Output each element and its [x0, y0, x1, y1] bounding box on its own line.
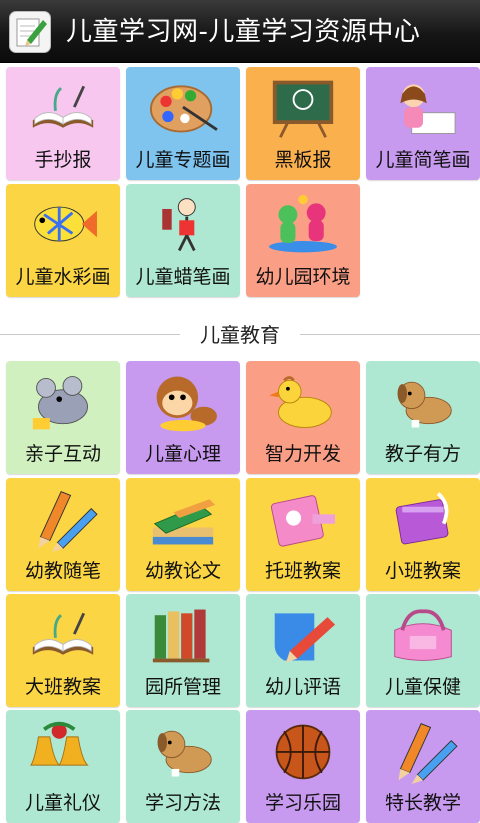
pencil-notepad-icon	[9, 11, 51, 53]
pink-notebook-icon	[263, 486, 343, 552]
category-label: 儿童礼仪	[24, 792, 101, 814]
category-label: 亲子互动	[24, 443, 101, 465]
category-label: 儿童水彩画	[15, 266, 111, 288]
bells-icon	[23, 718, 103, 784]
crayon-kid-icon	[143, 192, 223, 258]
category-label: 黑板报	[274, 149, 332, 171]
mouse-icon	[23, 369, 103, 435]
category-tile[interactable]: 学习乐园	[246, 710, 360, 823]
category-tile[interactable]: 幼教随笔	[6, 478, 120, 591]
category-label: 儿童简笔画	[375, 149, 471, 171]
kids-playing-icon	[263, 192, 343, 258]
category-label: 儿童心理	[144, 443, 221, 465]
duck-icon	[263, 369, 343, 435]
category-tile[interactable]: 教子有方	[366, 361, 480, 474]
category-tile[interactable]: 幼儿园环境	[246, 184, 360, 297]
category-label: 儿童保健	[384, 676, 461, 698]
pencil-paper-icon	[263, 602, 343, 668]
category-label: 儿童专题画	[135, 149, 231, 171]
category-tile[interactable]: 手抄报	[6, 67, 120, 180]
open-book-icon	[23, 75, 103, 141]
category-tile[interactable]: 儿童保健	[366, 594, 480, 707]
category-label: 学习乐园	[264, 792, 341, 814]
girl-drawing-icon	[383, 75, 463, 141]
section-divider: 儿童教育	[0, 322, 480, 348]
category-label: 儿童蜡笔画	[135, 266, 231, 288]
paint-palette-icon	[143, 75, 223, 141]
category-tile[interactable]: 小班教案	[366, 478, 480, 591]
purple-diary-icon	[383, 486, 463, 552]
category-label: 小班教案	[384, 560, 461, 582]
fish-icon	[23, 192, 103, 258]
open-book-icon	[23, 602, 103, 668]
category-label: 教子有方	[384, 443, 461, 465]
category-label: 幼教论文	[144, 560, 221, 582]
category-tile[interactable]: 儿童简笔画	[366, 67, 480, 180]
category-tile[interactable]: 幼教论文	[126, 478, 240, 591]
category-label: 特长教学	[384, 792, 461, 814]
category-label: 学习方法	[144, 792, 221, 814]
pink-bag-icon	[383, 602, 463, 668]
green-books-icon	[143, 486, 223, 552]
category-tile[interactable]: 儿童礼仪	[6, 710, 120, 823]
chalkboard-icon	[263, 75, 343, 141]
app-title: 儿童学习网-儿童学习资源中心	[66, 17, 421, 47]
category-tile[interactable]: 儿童蜡笔画	[126, 184, 240, 297]
section-title: 儿童教育	[200, 323, 280, 347]
category-label: 大班教案	[24, 676, 101, 698]
category-label: 手抄报	[34, 149, 92, 171]
category-tile[interactable]: 儿童心理	[126, 361, 240, 474]
pencils-icon	[23, 486, 103, 552]
bookshelf-icon	[143, 602, 223, 668]
category-label: 幼儿评语	[264, 676, 341, 698]
category-label: 幼儿园环境	[255, 266, 351, 288]
category-tile[interactable]: 特长教学	[366, 710, 480, 823]
puppy-icon	[383, 369, 463, 435]
category-label: 园所管理	[144, 676, 221, 698]
category-tile[interactable]: 大班教案	[6, 594, 120, 707]
category-tile[interactable]: 黑板报	[246, 67, 360, 180]
category-label: 幼教随笔	[24, 560, 101, 582]
category-tile[interactable]: 儿童专题画	[126, 67, 240, 180]
category-tile[interactable]: 智力开发	[246, 361, 360, 474]
category-label: 智力开发	[264, 443, 341, 465]
puppy-icon	[143, 718, 223, 784]
pencils-icon	[383, 718, 463, 784]
basketball-icon	[263, 718, 343, 784]
category-tile[interactable]: 儿童水彩画	[6, 184, 120, 297]
title-bar: 儿童学习网-儿童学习资源中心	[0, 0, 480, 63]
category-tile[interactable]: 托班教案	[246, 478, 360, 591]
monkey-icon	[143, 369, 223, 435]
category-tile[interactable]: 园所管理	[126, 594, 240, 707]
category-label: 托班教案	[264, 560, 341, 582]
category-tile[interactable]: 学习方法	[126, 710, 240, 823]
category-tile[interactable]: 幼儿评语	[246, 594, 360, 707]
category-tile[interactable]: 亲子互动	[6, 361, 120, 474]
